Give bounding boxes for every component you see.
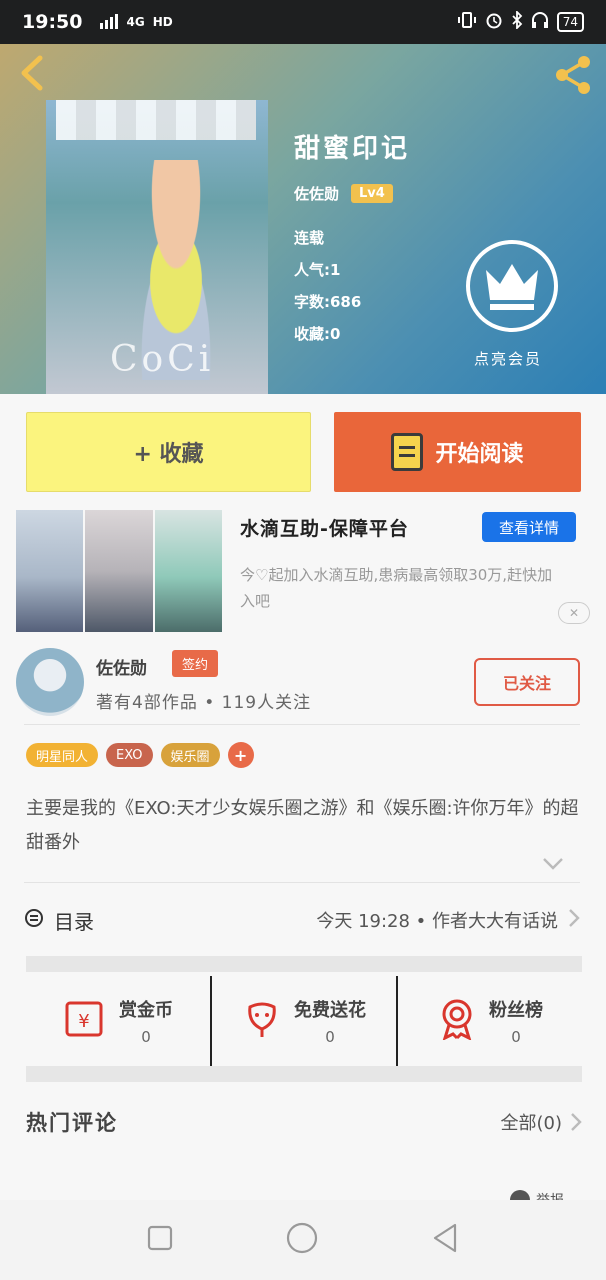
flower-icon [242, 999, 282, 1043]
ad-image[interactable] [16, 510, 222, 632]
catalog-icon [24, 908, 44, 933]
book-title: 甜蜜印记 [294, 134, 411, 164]
author-card[interactable]: 佐佐勋 签约 著有4部作品 • 119人关注 已关注 [16, 648, 590, 720]
ad-banner[interactable]: 水滴互助-保障平台 查看详情 今♡起加入水滴互助,患病最高领取30万,赶快加入吧… [16, 510, 590, 632]
stat-count: 0 [325, 1028, 335, 1046]
all-comments-label: 全部(0) [500, 1113, 563, 1134]
book-status: 连载 [294, 229, 325, 247]
chevron-right-icon [568, 908, 580, 933]
headphones-icon [531, 11, 549, 33]
alarm-icon [485, 11, 503, 33]
table-of-contents-row[interactable]: 目录 今天 19:28 • 作者大大有话说 [24, 884, 580, 956]
fan-ranking-item[interactable]: 粉丝榜 0 [396, 976, 582, 1066]
vip-label[interactable]: 点亮会员 [474, 348, 542, 369]
book-icon [391, 433, 424, 471]
network-type: 4G [126, 15, 145, 29]
coin-envelope-icon: ¥ [63, 999, 107, 1043]
reward-coins-item[interactable]: ¥ 赏金币 0 [26, 976, 210, 1066]
ad-description: 今♡起加入水滴互助,患病最高领取30万,赶快加入吧 [240, 566, 553, 610]
book-hero: 19:50 4G HD 74 CoCi 甜蜜印记 佐佐勋 Lv4 连载 人气:1… [0, 0, 606, 394]
book-favorites: 收藏:0 [294, 325, 341, 343]
cover-watermark: CoCi [110, 339, 215, 380]
add-to-favorites-button[interactable]: + 收藏 [26, 412, 311, 492]
stat-label: 赏金币 [119, 1000, 173, 1021]
section-separator [26, 956, 582, 972]
share-button[interactable] [552, 54, 594, 96]
svg-text:¥: ¥ [78, 1011, 89, 1032]
back-button[interactable] [16, 54, 52, 92]
battery-indicator: 74 [556, 12, 584, 32]
hd-icon: HD [152, 15, 173, 29]
book-author[interactable]: 佐佐勋 [294, 183, 339, 204]
tag-item[interactable]: EXO [106, 743, 153, 767]
follow-button[interactable]: 已关注 [474, 658, 580, 706]
tag-item[interactable]: 娱乐圈 [160, 743, 220, 767]
start-reading-button[interactable]: 开始阅读 [334, 412, 581, 492]
status-bar: 19:50 4G HD 74 [0, 0, 606, 44]
book-info: 甜蜜印记 佐佐勋 Lv4 连载 人气:1 字数:686 收藏:0 [294, 128, 410, 350]
book-popularity: 人气:1 [294, 261, 341, 279]
chevron-right-icon [571, 1113, 582, 1131]
ad-title[interactable]: 水滴互助-保障平台 [240, 514, 409, 541]
reward-stats: ¥ 赏金币 0 免费送花 0 粉丝榜 0 [26, 976, 582, 1066]
all-comments-link[interactable]: 全部(0) [501, 1109, 583, 1135]
start-reading-label: 开始阅读 [435, 442, 524, 467]
hot-comments-title: 热门评论 [26, 1111, 118, 1135]
toc-update-info: 今天 19:28 • 作者大大有话说 [316, 911, 558, 932]
vibrate-icon [457, 11, 477, 33]
recent-apps-icon[interactable] [147, 1225, 173, 1255]
signal-icon [90, 13, 119, 32]
system-nav-bar [0, 1200, 606, 1280]
section-separator [26, 1066, 582, 1082]
status-time: 19:50 [22, 11, 83, 33]
stat-label: 粉丝榜 [489, 1000, 543, 1021]
tag-item[interactable]: 明星同人 [26, 743, 99, 767]
vip-crown-icon[interactable] [466, 240, 558, 332]
add-tag-button[interactable]: + [227, 742, 254, 768]
tag-list: 明星同人 EXO 娱乐圈 + [26, 742, 254, 768]
signed-badge: 签约 [172, 650, 219, 677]
divider [24, 724, 580, 725]
author-level-badge: Lv4 [351, 184, 393, 203]
stat-count: 0 [511, 1028, 521, 1046]
medal-icon [437, 998, 477, 1044]
divider [24, 882, 580, 883]
author-name[interactable]: 佐佐勋 [96, 654, 147, 679]
stat-count: 0 [141, 1028, 151, 1046]
home-icon[interactable] [286, 1222, 318, 1258]
book-cover-image[interactable]: CoCi [46, 100, 268, 394]
expand-summary-icon[interactable] [542, 856, 564, 870]
hot-comments-header[interactable]: 热门评论 全部(0) [26, 1100, 582, 1144]
free-flower-item[interactable]: 免费送花 0 [210, 976, 396, 1066]
ad-close-button[interactable]: ✕ [558, 602, 590, 624]
toc-label: 目录 [54, 909, 94, 934]
bluetooth-icon [511, 9, 523, 33]
ad-details-button[interactable]: 查看详情 [482, 512, 576, 542]
book-word-count: 字数:686 [294, 293, 362, 311]
book-summary: 主要是我的《EXO:天才少女娱乐圈之游》和《娱乐圈:许你万年》的超甜番外 [26, 798, 579, 853]
back-nav-icon[interactable] [431, 1223, 459, 1257]
author-stats: 著有4部作品 • 119人关注 [96, 693, 312, 713]
stat-label: 免费送花 [294, 1000, 366, 1021]
author-avatar[interactable] [16, 648, 84, 716]
